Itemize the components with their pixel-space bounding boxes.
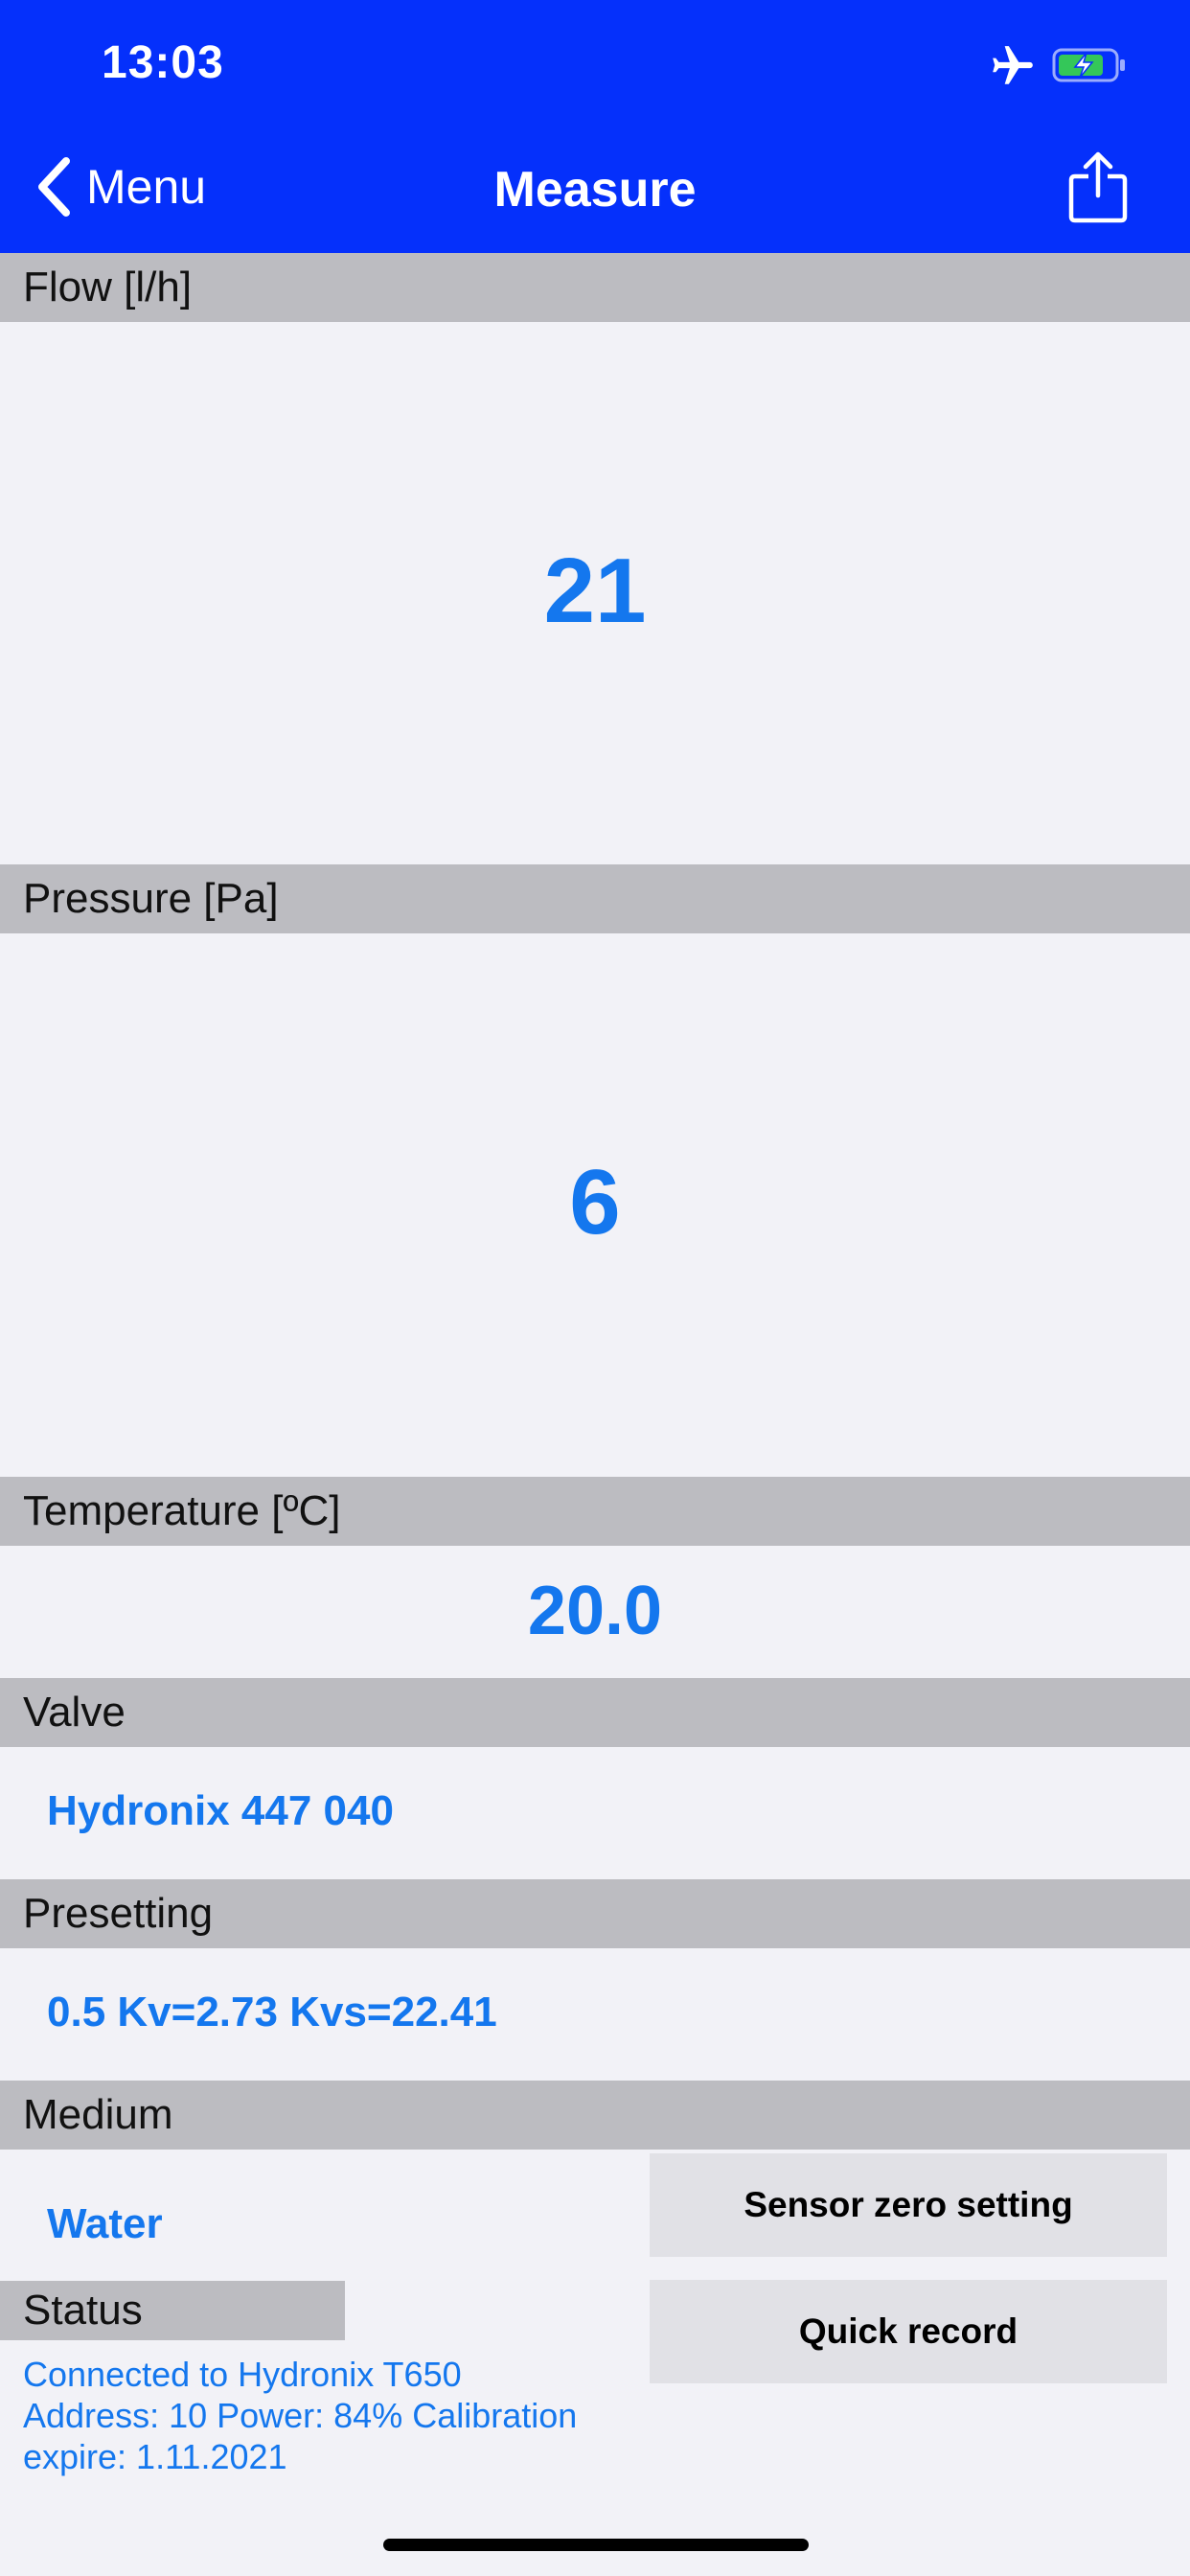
presetting-value[interactable]: 0.5 Kv=2.73 Kvs=22.41 [47, 1989, 497, 2036]
home-indicator[interactable] [383, 2539, 809, 2551]
flow-header: Flow [l/h] [0, 253, 1190, 322]
quick-record-button[interactable]: Quick record [650, 2280, 1167, 2383]
status-line-connection: Connected to Hydronix T650 [23, 2355, 462, 2394]
status-line-calibration: expire: 1.11.2021 [23, 2437, 287, 2476]
medium-value[interactable]: Water [47, 2200, 163, 2248]
valve-header: Valve [0, 1678, 1190, 1747]
temperature-header: Temperature [ºC] [0, 1477, 1190, 1546]
valve-value[interactable]: Hydronix 447 040 [47, 1787, 394, 1835]
pressure-value: 6 [569, 1151, 621, 1254]
temperature-value: 20.0 [527, 1573, 663, 1649]
top-bar: 13:03 Menu Measure [0, 0, 1190, 253]
status-text: Connected to Hydronix T650 Address: 10 P… [23, 2354, 636, 2477]
page-title: Measure [493, 162, 697, 218]
flow-value: 21 [543, 540, 647, 642]
measure-screen: 13:03 Menu Measure Flow [l/h] 21 Pressur… [0, 0, 1190, 2576]
sensor-zero-setting-button[interactable]: Sensor zero setting [650, 2153, 1167, 2257]
presetting-header: Presetting [0, 1879, 1190, 1948]
pressure-header: Pressure [Pa] [0, 864, 1190, 933]
medium-header: Medium [0, 2081, 1190, 2150]
status-line-address-power: Address: 10 Power: 84% Calibration [23, 2396, 578, 2435]
share-icon[interactable] [1067, 151, 1129, 224]
status-time: 13:03 [102, 37, 224, 88]
status-header: Status [0, 2281, 345, 2340]
battery-charging-icon [1052, 48, 1125, 82]
airplane-icon [993, 46, 1033, 84]
